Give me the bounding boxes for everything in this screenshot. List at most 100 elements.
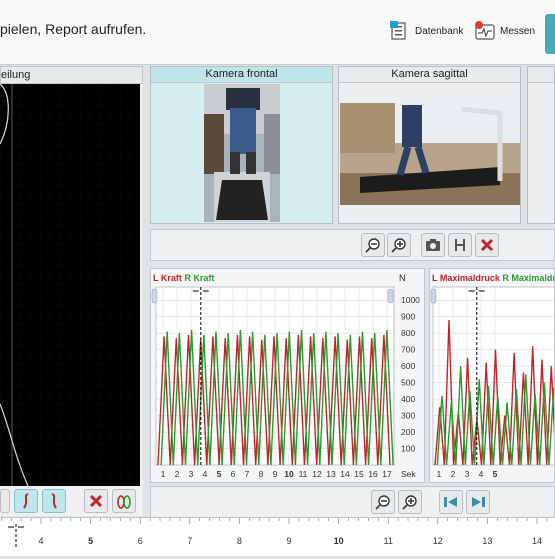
y-tick-label: 300 [401, 411, 415, 421]
camera-frontal-image [204, 84, 280, 222]
snapshot-button[interactable] [421, 233, 445, 257]
x-tick-label: 9 [273, 469, 278, 479]
x-tick-label: 11 [299, 469, 308, 479]
camera-tools [150, 229, 555, 261]
y-tick-label: 1000 [401, 295, 420, 305]
maximaldruck-chart-panel: L Maximaldruck R Maximaldruck 12345 [429, 268, 555, 483]
instruction-text: pielen, Report aufrufen. [0, 21, 147, 37]
timeline-label: 8 [237, 536, 242, 546]
timeline-label: 4 [38, 536, 43, 546]
camera-frontal-title: Kamera frontal [151, 67, 332, 83]
timeline-ruler: 4 5 6 7 8 9 10 11 12 13 14 [1, 518, 548, 548]
h-icon [455, 239, 465, 251]
timeline-label: 5 [88, 536, 93, 546]
chart-zoom-out-button[interactable] [371, 490, 395, 514]
prev-button[interactable] [0, 489, 10, 513]
step-back-button[interactable] [439, 490, 463, 514]
step-forward-icon [472, 497, 485, 507]
left-scroll-tab[interactable] [151, 288, 158, 304]
maximaldruck-chart[interactable]: 12345 [430, 269, 555, 483]
x-tick-label: 3 [189, 469, 194, 479]
feet-icon [117, 495, 131, 509]
side-tab[interactable] [545, 14, 555, 54]
timeline-label: 9 [286, 536, 291, 546]
timeline-label: 10 [334, 536, 344, 546]
step-back-icon [444, 497, 457, 507]
camera-sagittal-image [340, 103, 520, 205]
x-tick-label: 15 [354, 469, 364, 479]
timeline-label: 12 [433, 536, 443, 546]
datenbank-button[interactable]: Datenbank [389, 18, 463, 44]
x-tick-label: 3 [465, 469, 470, 479]
x-tick-label: 13 [326, 469, 336, 479]
pressure-plot[interactable] [0, 84, 140, 486]
camera-icon [426, 239, 440, 251]
x-tick-label: 7 [245, 469, 250, 479]
pressure-grid [0, 84, 140, 486]
zoom-in-icon [391, 238, 406, 253]
timeline-label: 14 [532, 536, 542, 546]
messen-label: Messen [500, 25, 536, 37]
left-foot-button[interactable] [14, 489, 38, 513]
x-tick-label: 4 [203, 469, 208, 479]
zoom-in-button[interactable] [387, 233, 411, 257]
y-tick-label: 700 [401, 345, 415, 355]
x-tick-label: 1 [161, 469, 166, 479]
timeline-label: 7 [187, 536, 192, 546]
y-tick-label: 200 [401, 427, 415, 437]
x-tick-label: 5 [493, 469, 498, 479]
clear-button[interactable] [84, 489, 108, 513]
database-icon [390, 21, 406, 40]
x-tick-label: 17 [382, 469, 392, 479]
x-tick-label: 6 [231, 469, 236, 479]
y-tick-label: 900 [401, 312, 415, 322]
camera-sagittal-panel[interactable]: Kamera sagittal [338, 66, 521, 224]
x-tick-label: 1 [437, 469, 442, 479]
y-tick-label: 100 [401, 444, 415, 454]
chart-zoom-in-button[interactable] [398, 490, 422, 514]
feet-button[interactable] [112, 489, 136, 513]
x-tick-label: 10 [284, 469, 294, 479]
right-foot-button[interactable] [42, 489, 66, 513]
x-tick-label: 4 [479, 469, 484, 479]
messen-button[interactable]: Messen [474, 18, 535, 44]
timeline-label: 11 [384, 536, 393, 546]
x-unit-label: Sek [401, 469, 416, 479]
delete-icon [89, 494, 103, 508]
left-panel-title: eilung [1, 69, 31, 81]
timeline-label: 6 [138, 536, 143, 546]
kraft-chart-panel: L Kraft R Kraft N 100 200 300 400 500 600 700 8… [150, 268, 425, 483]
zoom-out-icon [365, 238, 380, 253]
camera-third-panel[interactable] [527, 66, 555, 224]
top-toolbar: pielen, Report aufrufen. Datenbank Messe… [0, 0, 555, 65]
x-tick-label: 2 [175, 469, 180, 479]
delete-camera-button[interactable] [475, 233, 499, 257]
step-forward-button[interactable] [466, 490, 490, 514]
left-panel: eilung [0, 66, 143, 516]
left-panel-tools [0, 488, 140, 514]
chart-tools [150, 486, 555, 518]
camera-frontal-panel[interactable]: Kamera frontal [150, 66, 333, 224]
kraft-chart[interactable]: 10020030040050060070080090010001 2 3 4 5 6 7 8 9… [151, 269, 425, 483]
left-foot-icon [23, 493, 29, 509]
x-tick-label: 5 [217, 469, 222, 479]
right-foot-icon [51, 493, 57, 509]
zoom-out-button[interactable] [361, 233, 385, 257]
timeline[interactable]: 4 5 6 7 8 9 10 11 12 13 14 [0, 517, 555, 556]
measure-icon [475, 21, 495, 40]
left-scroll-tab[interactable] [430, 288, 437, 304]
hold-button[interactable] [448, 233, 472, 257]
datenbank-label: Datenbank [415, 25, 464, 37]
right-scroll-tab[interactable] [387, 288, 394, 304]
y-tick-label: 800 [401, 328, 415, 338]
zoom-in-icon [402, 495, 417, 510]
x-tick-label: 14 [340, 469, 350, 479]
y-tick-label: 400 [401, 394, 415, 404]
timeline-label: 13 [482, 536, 492, 546]
y-tick-label: 600 [401, 361, 415, 371]
delete-icon [480, 238, 494, 252]
x-tick-label: 2 [451, 469, 456, 479]
x-tick-label: 12 [312, 469, 322, 479]
camera-sagittal-title: Kamera sagittal [339, 67, 520, 83]
y-tick-label: 500 [401, 378, 415, 388]
